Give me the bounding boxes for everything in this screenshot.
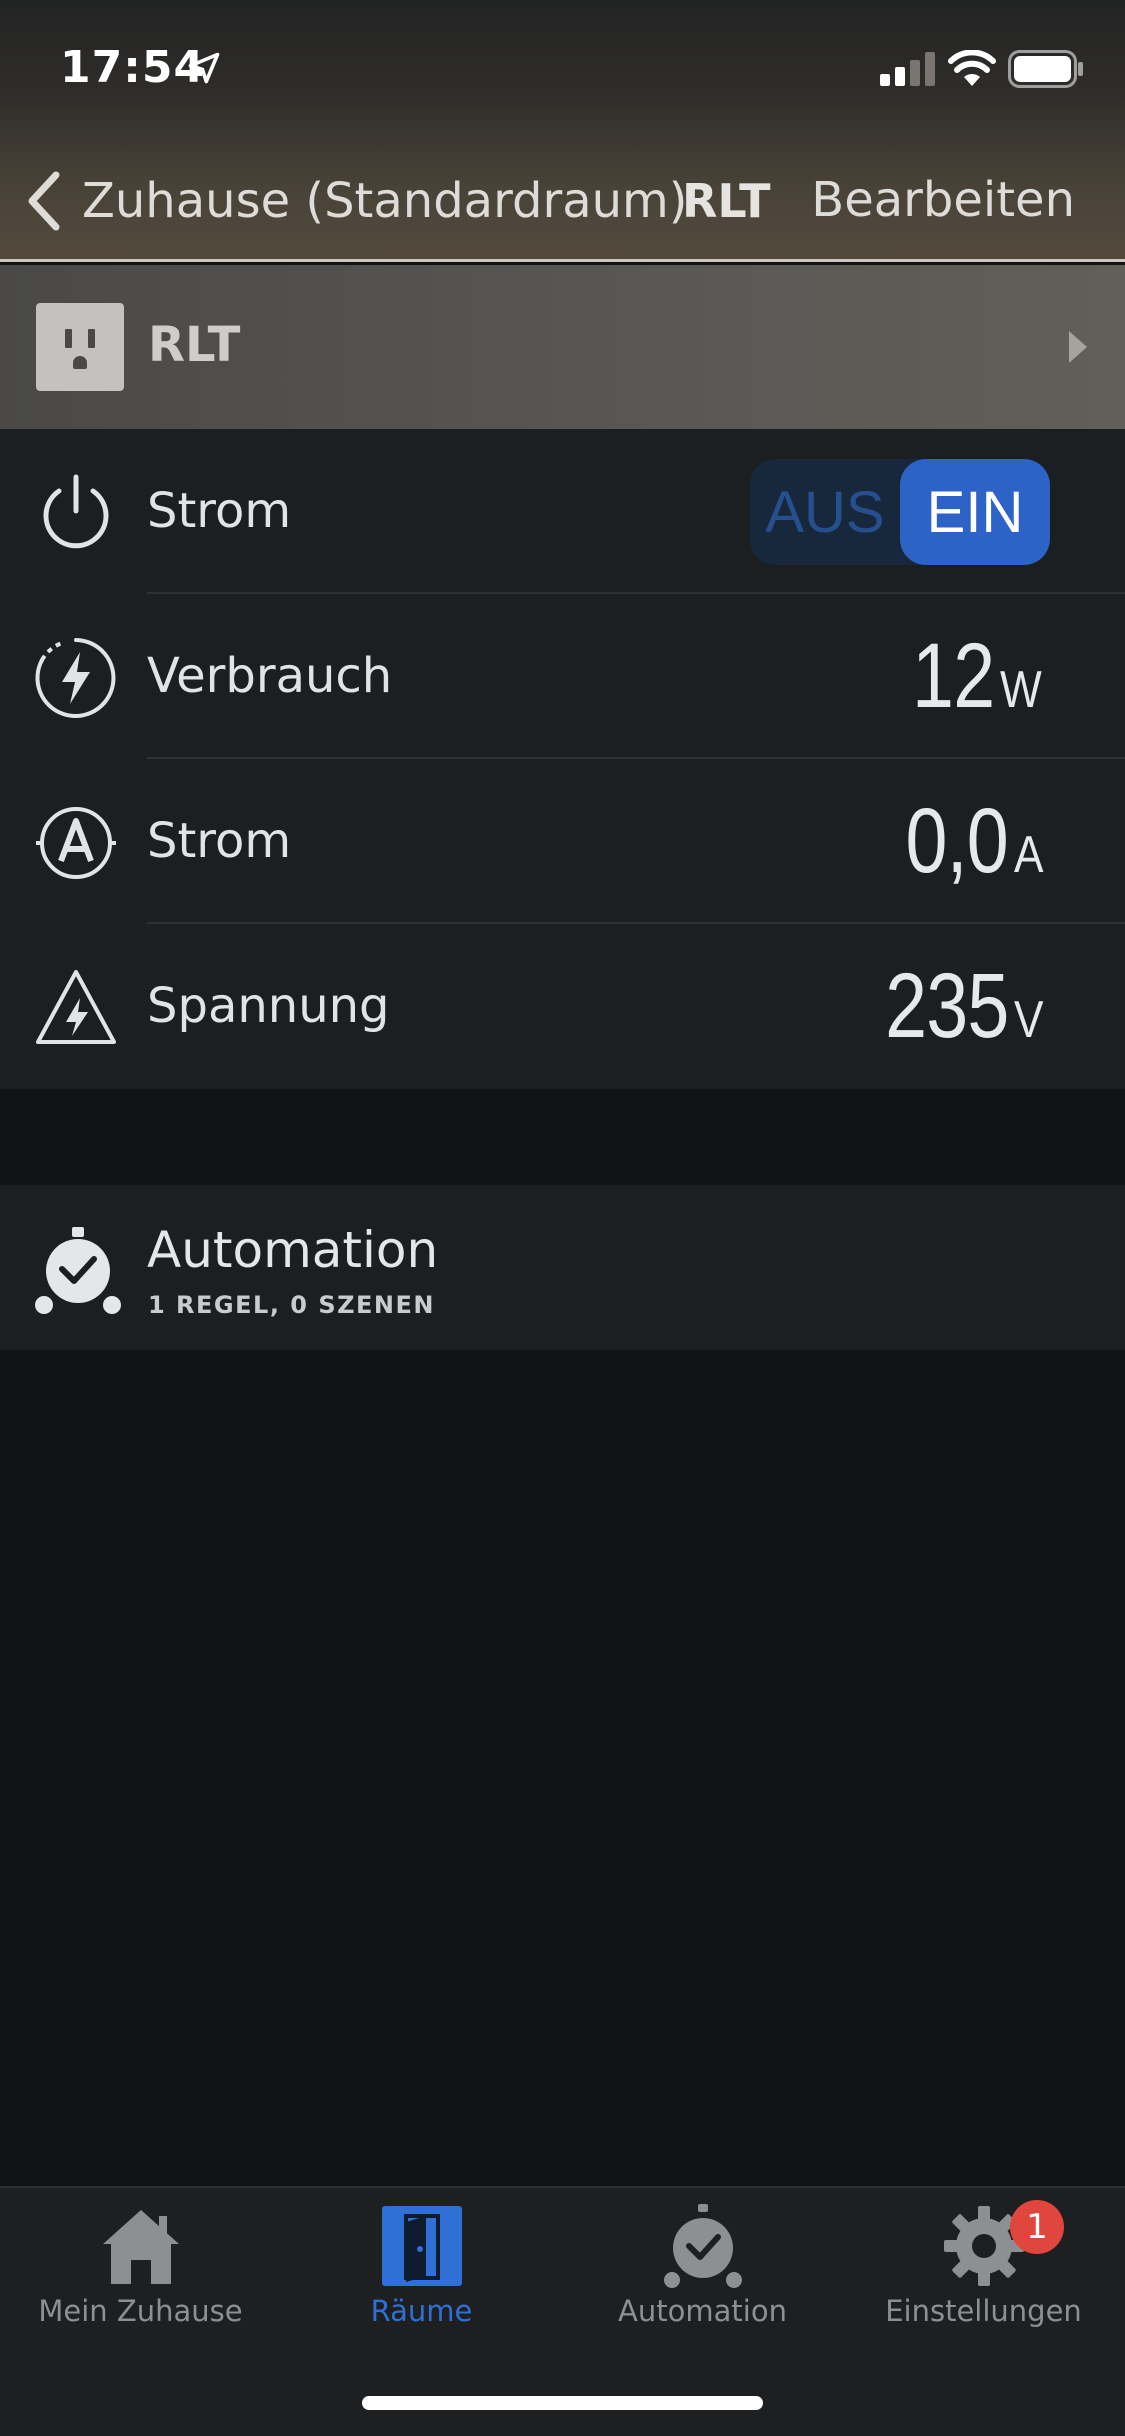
power-label: Strom (147, 483, 292, 539)
voltage-unit: V (1014, 991, 1044, 1049)
power-toggle[interactable]: AUS EIN (750, 459, 1050, 565)
current-value: 0,0 A (883, 789, 1049, 894)
tab-automation[interactable]: Automation (562, 2204, 843, 2344)
device-name: RLT (148, 317, 241, 373)
attribute-list: Strom AUS EIN Verbrauch 12 W Strom 0,0 A… (0, 429, 1125, 1089)
voltage-label: Spannung (147, 978, 390, 1034)
automation-title: Automation (147, 1221, 439, 1279)
edit-button[interactable]: Bearbeiten (811, 172, 1075, 228)
voltage-warning-icon (36, 970, 116, 1044)
back-button[interactable]: Zuhause (Standardraum) (24, 166, 688, 236)
status-time: 17:54 (60, 42, 206, 93)
power-on-option[interactable]: EIN (900, 459, 1050, 565)
door-icon (382, 2206, 462, 2286)
page-title: RLT (682, 174, 771, 228)
power-off-option[interactable]: AUS (750, 459, 900, 565)
voltage-number: 235 (884, 955, 1009, 1057)
tab-home[interactable]: Mein Zuhause (0, 2204, 281, 2344)
consumption-label: Verbrauch (147, 648, 393, 704)
automation-row[interactable]: Automation 1 REGEL, 0 SZENEN (0, 1185, 1125, 1350)
tab-rooms-label: Räume (370, 2294, 473, 2328)
voltage-row: Spannung 235 V (0, 924, 1125, 1089)
current-unit: A (1014, 826, 1044, 884)
consumption-row: Verbrauch 12 W (0, 594, 1125, 759)
back-label: Zuhause (Standardraum) (82, 173, 688, 229)
current-number: 0,0 (905, 790, 1009, 892)
consumption-value: 12 W (894, 624, 1049, 729)
home-icon (103, 2210, 179, 2284)
energy-bolt-icon (35, 638, 116, 718)
voltage-value: 235 V (858, 954, 1049, 1059)
tab-rooms[interactable]: Räume (281, 2204, 562, 2344)
power-row: Strom AUS EIN (0, 429, 1125, 594)
alarm-clock-icon (35, 1227, 121, 1314)
tab-home-label: Mein Zuhause (38, 2294, 243, 2328)
current-row: Strom 0,0 A (0, 759, 1125, 924)
home-indicator (362, 2396, 763, 2410)
consumption-number: 12 (911, 625, 995, 727)
location-arrow-icon (188, 52, 220, 84)
tab-settings[interactable]: Einstellungen (843, 2204, 1124, 2344)
notification-badge: 1 (1010, 2200, 1064, 2254)
current-label: Strom (147, 813, 292, 869)
wifi-icon (948, 50, 996, 86)
tab-settings-label: Einstellungen (885, 2294, 1082, 2328)
ampere-icon (36, 807, 116, 879)
consumption-unit: W (999, 661, 1042, 719)
tab-automation-label: Automation (618, 2294, 787, 2328)
disclosure-arrow-icon (1069, 331, 1087, 363)
screen: 17:54 Zuhause (Standardraum) RLT Bearbei… (0, 0, 1125, 2436)
alarm-clock-icon (664, 2204, 742, 2288)
cellular-signal-icon (880, 52, 935, 86)
outlet-icon (36, 303, 124, 391)
automation-subtitle: 1 REGEL, 0 SZENEN (148, 1291, 435, 1319)
device-banner[interactable]: RLT (0, 265, 1125, 429)
header: 17:54 Zuhause (Standardraum) RLT Bearbei… (0, 0, 1125, 262)
power-icon (43, 474, 109, 549)
battery-icon (1008, 50, 1083, 88)
chevron-left-icon (28, 171, 60, 231)
